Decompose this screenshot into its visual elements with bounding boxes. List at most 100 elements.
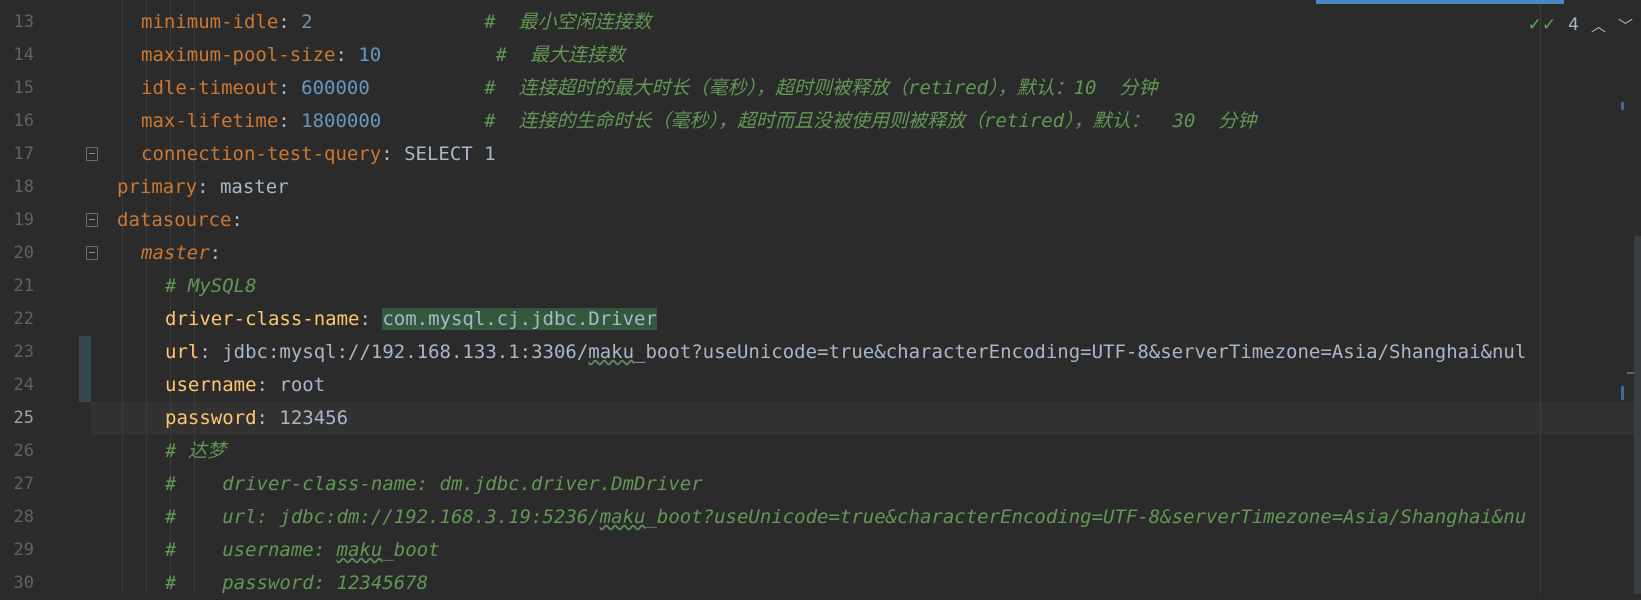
code-token: primary xyxy=(117,176,198,198)
code-token: # driver-class-name: dm.jdbc.driver.DmDr… xyxy=(165,473,703,495)
code-token: minimum-idle xyxy=(141,11,279,33)
code-line[interactable]: primary: master xyxy=(117,171,289,204)
line-number: 24 xyxy=(13,375,34,395)
code-token: # 连接超时的最大时长（毫秒），超时则被释放（retired），默认：10 分钟 xyxy=(484,77,1158,99)
code-token: username xyxy=(165,374,257,396)
code-line[interactable]: connection-test-query: SELECT 1 xyxy=(141,138,496,171)
code-token: # username: xyxy=(165,539,337,561)
code-token: root xyxy=(279,374,326,396)
code-line[interactable]: max-lifetime: 1800000 # 连接的生命时长（毫秒），超时而且… xyxy=(141,105,1256,138)
fold-toggle-icon[interactable] xyxy=(86,246,98,260)
chevron-down-icon[interactable]: ﹀ xyxy=(1618,15,1633,36)
line-number: 21 xyxy=(13,276,34,296)
code-token: _boot xyxy=(382,539,440,561)
code-line[interactable]: url: jdbc:mysql://192.168.133.1:3306/mak… xyxy=(165,336,1526,369)
code-token: SELECT 1 xyxy=(404,143,496,165)
line-number: 26 xyxy=(13,441,34,461)
line-number: 23 xyxy=(13,342,34,362)
code-token: com.mysql.cj.jdbc.Driver xyxy=(382,308,657,330)
indent-guide xyxy=(122,0,123,594)
code-token: url xyxy=(165,341,200,363)
code-token: # 达梦 xyxy=(165,440,226,462)
code-line[interactable]: password: 123456 xyxy=(165,402,348,435)
code-token: maku xyxy=(599,506,646,528)
code-line[interactable]: minimum-idle: 2 # 最小空闲连接数 xyxy=(141,6,652,39)
code-token: # MySQL8 xyxy=(165,275,257,297)
code-token: # password: 12345678 xyxy=(165,572,429,594)
line-number: 25 xyxy=(13,408,34,428)
code-token: : xyxy=(199,341,223,363)
code-token: : xyxy=(381,143,405,165)
vertical-scrollbar-thumb[interactable] xyxy=(1634,236,1641,594)
scroll-marker[interactable] xyxy=(1621,386,1624,400)
code-line[interactable]: idle-timeout: 600000 # 连接超时的最大时长（毫秒），超时则… xyxy=(141,72,1157,105)
code-token: driver-class-name xyxy=(165,308,360,330)
code-token: # url: jdbc:dm://192.168.3.19:5236/ xyxy=(165,506,600,528)
line-number: 15 xyxy=(13,78,34,98)
line-number: 28 xyxy=(13,507,34,527)
code-token: : xyxy=(359,308,383,330)
code-token: : xyxy=(278,110,302,132)
right-margin-line xyxy=(1540,0,1541,594)
code-token: : xyxy=(256,374,280,396)
line-number: 29 xyxy=(13,540,34,560)
code-token: : xyxy=(197,176,220,198)
code-line[interactable]: # password: 12345678 xyxy=(165,567,428,600)
code-token: 1800000 xyxy=(301,110,382,132)
chevron-up-icon[interactable]: ︿ xyxy=(1591,15,1606,36)
line-number: 30 xyxy=(13,573,34,593)
line-number: 22 xyxy=(13,309,34,329)
code-token: datasource xyxy=(117,209,232,231)
inspection-count: 4 xyxy=(1568,15,1579,35)
fold-toggle-icon[interactable] xyxy=(86,147,98,161)
code-line[interactable]: username: root xyxy=(165,369,325,402)
code-token: maku xyxy=(588,341,635,363)
code-token: # 最大连接数 xyxy=(495,44,625,66)
code-token: maximum-pool-size xyxy=(141,44,336,66)
code-line[interactable]: # username: maku_boot xyxy=(165,534,440,567)
code-token: master xyxy=(219,176,289,198)
code-token: _boot?useUnicode=true&characterEncoding=… xyxy=(634,341,1527,363)
code-token: password xyxy=(165,407,257,429)
code-line[interactable]: # MySQL8 xyxy=(165,270,257,303)
code-token: : xyxy=(209,242,222,264)
code-token: # 最小空闲连接数 xyxy=(484,11,652,33)
line-number: 17 xyxy=(13,144,34,164)
code-line[interactable]: datasource: xyxy=(117,204,243,237)
code-token: # 连接的生命时长（毫秒），超时而且没被使用则被释放（retired），默认： … xyxy=(484,110,1257,132)
code-token: idle-timeout xyxy=(141,77,279,99)
code-line[interactable]: master: xyxy=(141,237,221,270)
code-token: _boot?useUnicode=true&characterEncoding=… xyxy=(645,506,1527,528)
code-token: 10 xyxy=(358,44,382,66)
code-line[interactable]: # driver-class-name: dm.jdbc.driver.DmDr… xyxy=(165,468,703,501)
line-number: 14 xyxy=(13,45,34,65)
code-token: : xyxy=(231,209,243,231)
code-line[interactable]: # url: jdbc:dm://192.168.3.19:5236/maku_… xyxy=(165,501,1526,534)
code-line[interactable]: maximum-pool-size: 10 # 最大连接数 xyxy=(141,39,625,72)
code-token: jdbc:mysql://192.168.133.1:3306/ xyxy=(222,341,589,363)
line-number: 16 xyxy=(13,111,34,131)
code-token: : xyxy=(278,11,302,33)
code-token: master xyxy=(141,242,210,264)
line-number: 19 xyxy=(13,210,34,230)
line-number: 27 xyxy=(13,474,34,494)
scroll-marker[interactable] xyxy=(1621,102,1624,110)
inspection-widget[interactable]: ✓✓ 4 ︿ ﹀ xyxy=(1528,12,1633,38)
code-token: : xyxy=(335,44,359,66)
line-number: 18 xyxy=(13,177,34,197)
code-token: max-lifetime xyxy=(141,110,279,132)
code-line[interactable]: # 达梦 xyxy=(165,435,226,468)
horizontal-scrollbar-indicator[interactable] xyxy=(1316,0,1564,4)
code-token: maku xyxy=(336,539,383,561)
line-number: 20 xyxy=(13,243,34,263)
code-line[interactable]: driver-class-name: com.mysql.cj.jdbc.Dri… xyxy=(165,303,657,336)
code-editor[interactable]: minimum-idle: 2 # 最小空闲连接数 maximum-pool-si… xyxy=(90,0,1641,594)
code-token: : xyxy=(256,407,280,429)
code-token: 2 xyxy=(301,11,313,33)
code-token: connection-test-query xyxy=(141,143,382,165)
code-token: 123456 xyxy=(279,407,349,429)
fold-toggle-icon[interactable] xyxy=(86,213,98,227)
